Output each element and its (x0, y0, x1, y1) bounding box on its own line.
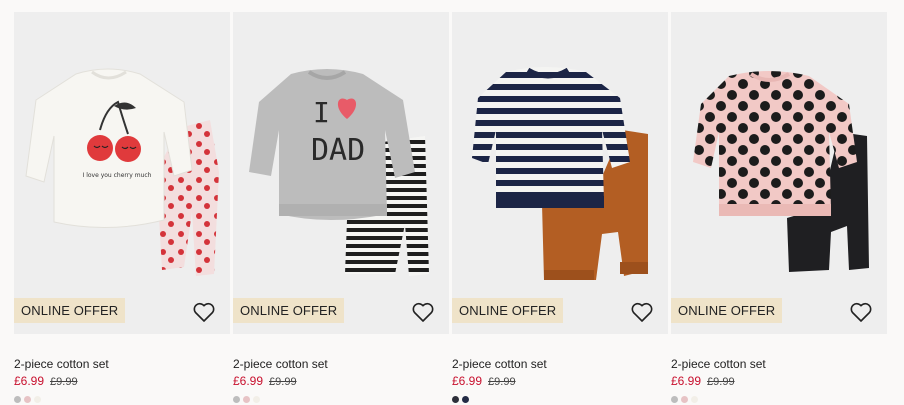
print-text: I (313, 96, 330, 129)
color-swatches (14, 396, 41, 403)
price-row: £6.99 £9.99 (452, 374, 516, 388)
original-price: £9.99 (488, 376, 516, 388)
color-swatch[interactable] (671, 396, 678, 403)
color-swatch[interactable] (34, 396, 41, 403)
color-swatches (452, 396, 469, 403)
product-card[interactable]: ONLINE OFFER 2-piece cotton set £6.99 £9.… (671, 12, 887, 405)
dad-set-illustration: I DAD (249, 69, 429, 276)
product-card[interactable]: I DAD ONLINE OFFER 2-piece cotton set £6… (233, 12, 449, 405)
color-swatch[interactable] (243, 396, 250, 403)
sale-price: £6.99 (14, 374, 45, 388)
product-title[interactable]: 2-piece cotton set (233, 357, 328, 371)
color-swatch[interactable] (462, 396, 469, 403)
color-swatch[interactable] (14, 396, 21, 403)
product-image[interactable]: ONLINE OFFER (452, 12, 668, 334)
color-swatches (671, 396, 698, 403)
heart-outline-icon[interactable] (849, 300, 873, 324)
color-swatches (233, 396, 260, 403)
color-swatch[interactable] (691, 396, 698, 403)
product-card[interactable]: ONLINE OFFER 2-piece cotton set £6.99 £9.… (452, 12, 668, 405)
sale-price: £6.99 (671, 374, 702, 388)
print-text: I love you cherry much (83, 172, 152, 179)
product-image[interactable]: I DAD ONLINE OFFER (233, 12, 449, 334)
color-swatch[interactable] (233, 396, 240, 403)
product-grid: I love you cherry much ONLINE OFFER 2-pi… (0, 0, 904, 405)
color-swatch[interactable] (452, 396, 459, 403)
heart-outline-icon[interactable] (411, 300, 435, 324)
sale-price: £6.99 (233, 374, 264, 388)
online-offer-badge: ONLINE OFFER (671, 298, 783, 323)
product-title[interactable]: 2-piece cotton set (14, 357, 109, 371)
product-card[interactable]: I love you cherry much ONLINE OFFER 2-pi… (14, 12, 230, 405)
polka-dot-set-illustration (693, 71, 869, 272)
price-row: £6.99 £9.99 (14, 374, 78, 388)
color-swatch[interactable] (681, 396, 688, 403)
heart-outline-icon[interactable] (630, 300, 654, 324)
color-swatch[interactable] (24, 396, 31, 403)
original-price: £9.99 (50, 376, 78, 388)
online-offer-badge: ONLINE OFFER (233, 298, 345, 323)
product-image[interactable]: I love you cherry much ONLINE OFFER (14, 12, 230, 334)
cherry-set-illustration: I love you cherry much (25, 68, 219, 276)
striped-set-illustration (472, 67, 648, 280)
online-offer-badge: ONLINE OFFER (14, 298, 126, 323)
original-price: £9.99 (269, 376, 297, 388)
heart-outline-icon[interactable] (192, 300, 216, 324)
product-title[interactable]: 2-piece cotton set (452, 357, 547, 371)
original-price: £9.99 (707, 376, 735, 388)
product-image[interactable]: ONLINE OFFER (671, 12, 887, 334)
print-text: DAD (311, 133, 365, 168)
price-row: £6.99 £9.99 (671, 374, 735, 388)
price-row: £6.99 £9.99 (233, 374, 297, 388)
online-offer-badge: ONLINE OFFER (452, 298, 564, 323)
sale-price: £6.99 (452, 374, 483, 388)
color-swatch[interactable] (253, 396, 260, 403)
product-title[interactable]: 2-piece cotton set (671, 357, 766, 371)
